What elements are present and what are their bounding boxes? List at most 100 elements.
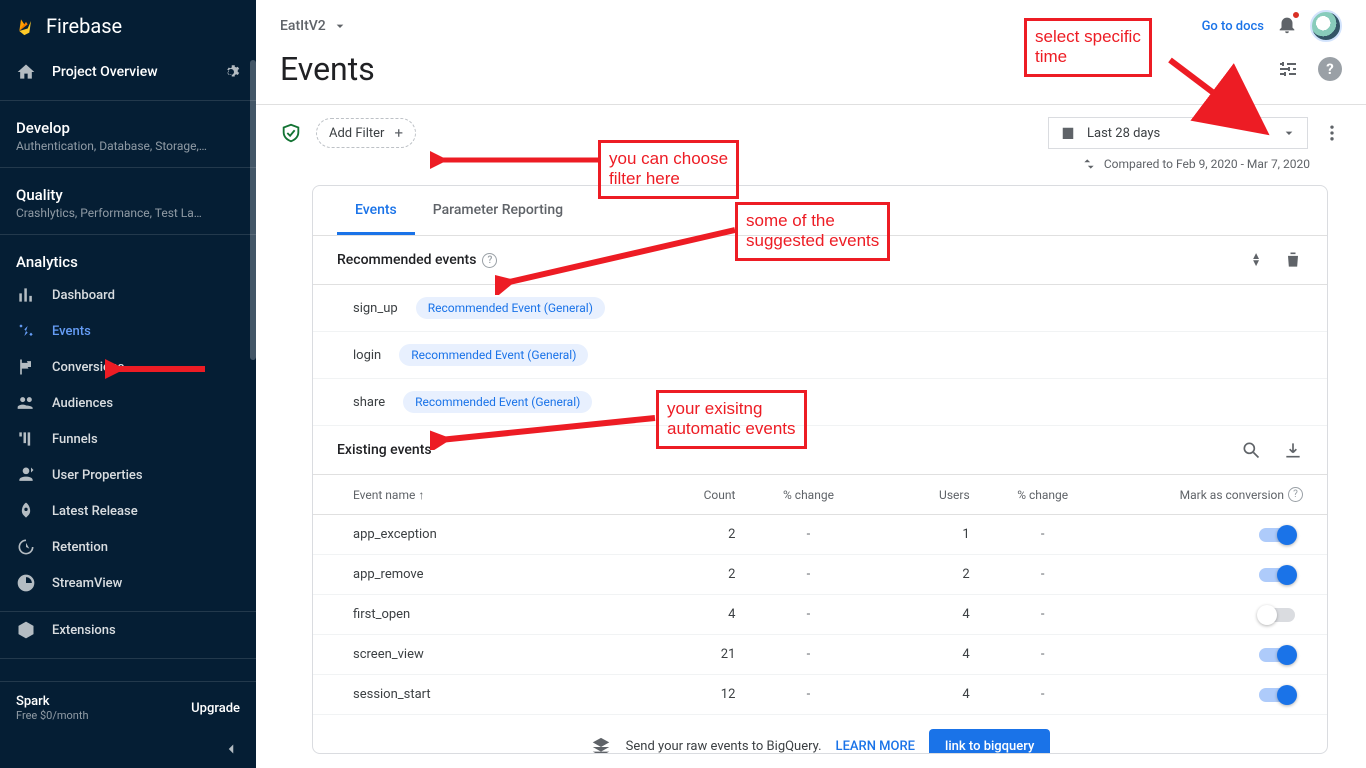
tab-events[interactable]: Events — [337, 186, 415, 235]
recommended-event-row[interactable]: loginRecommended Event (General) — [313, 332, 1327, 379]
sidebar-item-extensions[interactable]: Extensions — [0, 612, 256, 648]
cell-users: 4 — [874, 647, 978, 662]
conversion-toggle[interactable] — [1259, 568, 1295, 582]
sidebar-item-label: Events — [52, 324, 91, 339]
quality-title: Quality — [16, 186, 240, 204]
search-icon[interactable] — [1241, 440, 1261, 460]
cell-event-name: session_start — [353, 687, 639, 702]
gear-icon[interactable] — [222, 63, 240, 81]
retention-icon — [16, 537, 36, 557]
recommended-event-row[interactable]: sign_upRecommended Event (General) — [313, 285, 1327, 332]
customize-icon[interactable] — [1276, 57, 1300, 81]
quality-sub: Crashlytics, Performance, Test La… — [16, 206, 240, 220]
help-button[interactable]: ? — [1318, 57, 1342, 81]
sidebar: Firebase Project Overview Develop Authen… — [0, 0, 256, 768]
table-header: Event name ↑ Count % change Users % chan… — [313, 475, 1327, 515]
chevron-left-icon — [222, 740, 240, 758]
tab-parameter-reporting[interactable]: Parameter Reporting — [415, 186, 581, 235]
firebase-logo-icon — [16, 16, 36, 36]
table-row[interactable]: screen_view21-4- — [313, 635, 1327, 675]
conversion-toggle[interactable] — [1259, 648, 1295, 662]
link-to-bigquery-button[interactable]: link to bigquery — [929, 729, 1050, 754]
collapse-sidebar[interactable] — [0, 734, 256, 768]
plus-icon: + — [394, 124, 403, 142]
cell-users: 1 — [874, 527, 978, 542]
table-row[interactable]: app_exception2-1- — [313, 515, 1327, 555]
cell-users: 2 — [874, 567, 978, 582]
dropdown-triangle-icon — [1281, 125, 1297, 141]
user-avatar[interactable] — [1310, 10, 1342, 42]
analytics-section: Analytics — [0, 235, 256, 277]
cell-count-change: - — [743, 647, 873, 662]
sidebar-item-conversions[interactable]: Conversions — [0, 349, 256, 385]
main-content: EatItV2 Go to docs Events ? Add Filter +… — [256, 0, 1366, 768]
cell-conversion — [1108, 608, 1303, 622]
sidebar-item-events[interactable]: Events — [0, 313, 256, 349]
brand-text: Firebase — [46, 14, 122, 38]
analytics-title: Analytics — [16, 253, 240, 271]
conversion-toggle[interactable] — [1259, 688, 1295, 702]
th-count-change: % change — [743, 488, 873, 502]
cell-users-change: - — [978, 567, 1108, 582]
go-to-docs-link[interactable]: Go to docs — [1202, 19, 1264, 34]
sidebar-item-audiences[interactable]: Audiences — [0, 385, 256, 421]
rocket-icon — [16, 501, 36, 521]
notification-dot — [1292, 11, 1300, 19]
cell-users-change: - — [978, 647, 1108, 662]
sidebar-item-funnels[interactable]: Funnels — [0, 421, 256, 457]
cell-conversion — [1108, 648, 1303, 662]
develop-section[interactable]: Develop Authentication, Database, Storag… — [0, 101, 256, 168]
cell-count: 21 — [639, 647, 743, 662]
more-vert-icon[interactable] — [1322, 123, 1342, 143]
table-row[interactable]: app_remove2-2- — [313, 555, 1327, 595]
spark-plan-row[interactable]: Spark Free $0/month Upgrade — [0, 681, 256, 734]
cell-conversion — [1108, 528, 1303, 542]
sidebar-item-dashboard[interactable]: Dashboard — [0, 277, 256, 313]
cell-users: 4 — [874, 687, 978, 702]
project-overview-row[interactable]: Project Overview — [0, 52, 256, 101]
sidebar-item-retention[interactable]: Retention — [0, 529, 256, 565]
logo-row[interactable]: Firebase — [0, 0, 256, 52]
sort-arrows-icon[interactable]: ▲▼ — [1251, 253, 1261, 267]
th-event-name[interactable]: Event name ↑ — [353, 488, 639, 502]
th-users[interactable]: Users — [874, 488, 978, 502]
annotation-filter: you can choose filter here — [598, 140, 739, 199]
existing-events-title: Existing events — [337, 442, 432, 458]
table-row[interactable]: session_start12-4- — [313, 675, 1327, 715]
trash-icon[interactable] — [1283, 250, 1303, 270]
cell-count-change: - — [743, 687, 873, 702]
notifications-button[interactable] — [1276, 13, 1298, 39]
event-name: share — [353, 395, 385, 410]
conversion-toggle[interactable] — [1259, 608, 1295, 622]
project-selector[interactable]: EatItV2 — [280, 18, 348, 34]
sidebar-item-streamview[interactable]: StreamView — [0, 565, 256, 601]
conversion-toggle[interactable] — [1259, 528, 1295, 542]
download-icon[interactable] — [1283, 440, 1303, 460]
date-range-selector[interactable]: Last 28 days — [1048, 117, 1308, 149]
cell-event-name: screen_view — [353, 647, 639, 662]
scrollbar-indicator[interactable] — [250, 60, 256, 360]
annotation-time: select specific time — [1024, 18, 1152, 77]
cell-users-change: - — [978, 527, 1108, 542]
cell-event-name: app_remove — [353, 567, 639, 582]
cell-count: 2 — [639, 567, 743, 582]
sidebar-item-latest-release[interactable]: Latest Release — [0, 493, 256, 529]
page-title: Events — [280, 50, 375, 88]
th-count[interactable]: Count — [639, 488, 743, 502]
help-icon[interactable]: ? — [482, 253, 497, 268]
cell-count: 2 — [639, 527, 743, 542]
add-filter-button[interactable]: Add Filter + — [316, 118, 416, 148]
cell-conversion — [1108, 688, 1303, 702]
annotation-suggested: some of the suggested events — [735, 202, 890, 261]
sidebar-item-label: Dashboard — [52, 288, 115, 303]
sidebar-item-user-properties[interactable]: User Properties — [0, 457, 256, 493]
upgrade-button[interactable]: Upgrade — [191, 701, 240, 716]
table-row[interactable]: first_open4-4- — [313, 595, 1327, 635]
learn-more-link[interactable]: LEARN MORE — [836, 739, 915, 754]
recommended-event-row[interactable]: shareRecommended Event (General) — [313, 379, 1327, 426]
spark-sub: Free $0/month — [16, 709, 89, 722]
events-card: Events Parameter Reporting Recommended e… — [312, 185, 1328, 754]
quality-section[interactable]: Quality Crashlytics, Performance, Test L… — [0, 168, 256, 235]
user-properties-icon — [16, 465, 36, 485]
sidebar-item-label: Retention — [52, 540, 108, 555]
